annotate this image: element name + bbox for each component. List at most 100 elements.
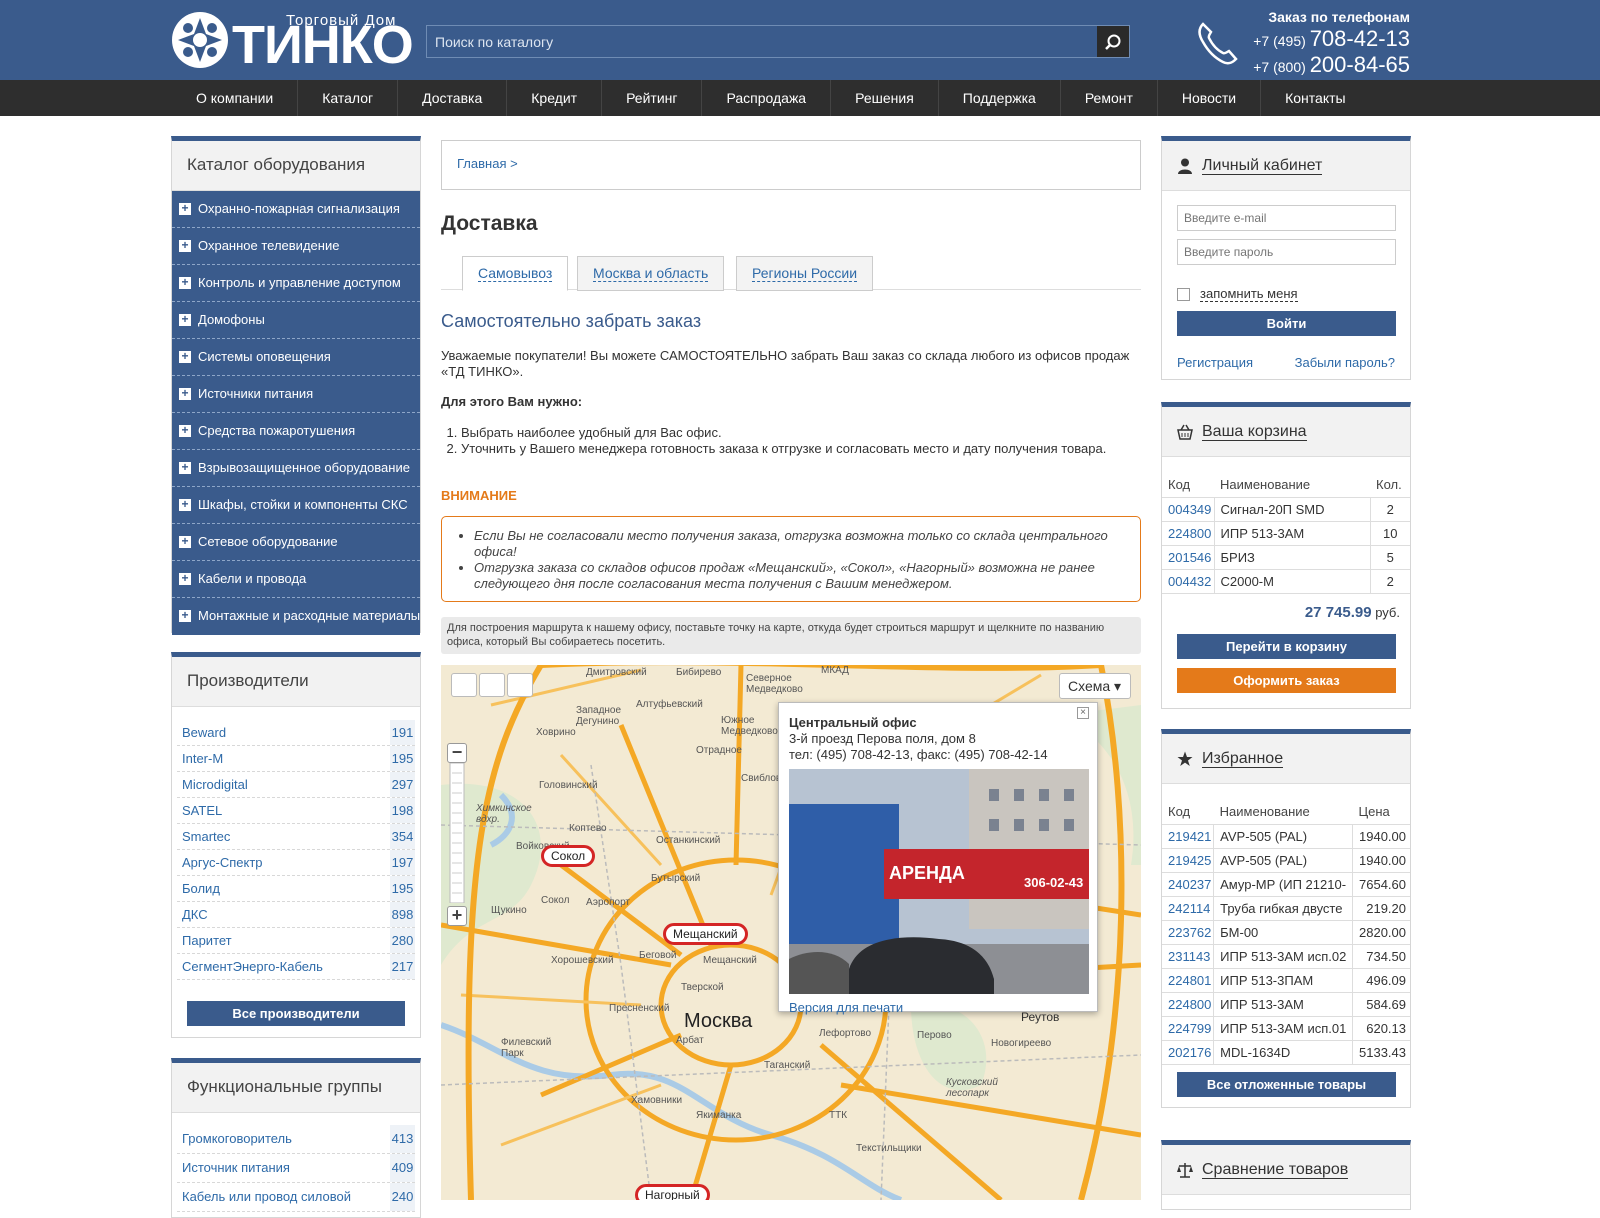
print-version-link[interactable]: Версия для печати <box>789 1000 1087 1015</box>
maker-link[interactable]: ДКС <box>182 907 208 922</box>
product-code-link[interactable]: 219425 <box>1168 853 1211 868</box>
product-code-link[interactable]: 202176 <box>1168 1045 1211 1060</box>
zoom-slider[interactable] <box>447 762 467 904</box>
plus-icon[interactable]: + <box>179 535 191 548</box>
remember-me[interactable]: запомнить меня <box>1177 286 1298 302</box>
product-code-link[interactable]: 004349 <box>1168 502 1211 517</box>
plus-icon[interactable]: + <box>179 350 191 363</box>
nav-item-news[interactable]: Новости <box>1158 80 1262 116</box>
register-link[interactable]: Регистрация <box>1177 355 1253 370</box>
group-link[interactable]: Кабель или провод силовой <box>182 1189 351 1204</box>
all-favorites-button[interactable]: Все отложенные товары <box>1177 1072 1396 1097</box>
catalog-item[interactable]: + Взрывозащищенное оборудование <box>172 450 420 487</box>
maker-link[interactable]: Паритет <box>182 933 232 948</box>
maker-link[interactable]: Microdigital <box>182 777 248 792</box>
maker-link[interactable]: СегментЭнерго-Кабель <box>182 959 323 974</box>
offices-map[interactable]: Дмитровский Бибирево Северное Медведково… <box>441 665 1141 1200</box>
nav-item-sale[interactable]: Распродажа <box>702 80 832 116</box>
nav-item-credit[interactable]: Кредит <box>507 80 603 116</box>
catalog-item[interactable]: + Системы оповещения <box>172 339 420 376</box>
breadcrumb-home[interactable]: Главная > <box>457 156 518 171</box>
email-field[interactable] <box>1177 205 1396 231</box>
product-code-link[interactable]: 224800 <box>1168 997 1211 1012</box>
phone-line-moscow[interactable]: +7 (495) 708-42-13 <box>1253 27 1410 53</box>
nav-item-repair[interactable]: Ремонт <box>1061 80 1158 116</box>
plus-icon[interactable]: + <box>179 572 191 585</box>
office-pin-sokol[interactable]: Сокол <box>541 845 596 867</box>
maker-link[interactable]: Beward <box>182 725 226 740</box>
plus-icon[interactable]: + <box>179 276 191 289</box>
maker-link[interactable]: Inter-M <box>182 751 223 766</box>
all-makers-button[interactable]: Все производители <box>187 1001 405 1026</box>
login-button[interactable]: Войти <box>1177 311 1396 336</box>
close-icon[interactable]: × <box>1077 707 1089 719</box>
product-code-link[interactable]: 219421 <box>1168 829 1211 844</box>
plus-icon[interactable]: + <box>179 424 191 437</box>
favorites-header[interactable]: Избранное <box>1162 734 1410 784</box>
nav-item-about[interactable]: О компании <box>172 80 299 116</box>
map-type-select[interactable]: Схема ▾ <box>1059 673 1131 699</box>
tab-moscow[interactable]: Москва и область <box>577 256 725 291</box>
plus-icon[interactable]: + <box>179 461 191 474</box>
maker-link[interactable]: Болид <box>182 881 220 896</box>
remember-checkbox[interactable] <box>1177 288 1190 302</box>
forgot-password-link[interactable]: Забыли пароль? <box>1295 355 1395 370</box>
tab-regions[interactable]: Регионы России <box>736 256 874 291</box>
product-code-link[interactable]: 004432 <box>1168 574 1211 589</box>
plus-icon[interactable]: + <box>179 202 191 215</box>
maker-link[interactable]: Smartec <box>182 829 230 844</box>
ruler-tool-icon[interactable] <box>507 673 533 697</box>
phone-line-tollfree[interactable]: +7 (800) 200-84-65 <box>1253 53 1410 79</box>
maker-link[interactable]: SATEL <box>182 803 222 818</box>
checkout-button[interactable]: Оформить заказ <box>1177 668 1396 693</box>
plus-icon[interactable]: + <box>179 313 191 326</box>
product-code-link[interactable]: 242114 <box>1168 901 1210 916</box>
nav-item-support[interactable]: Поддержка <box>939 80 1061 116</box>
product-code-link[interactable]: 224801 <box>1168 973 1211 988</box>
password-field[interactable] <box>1177 239 1396 265</box>
tab-pickup[interactable]: Самовывоз <box>462 256 569 291</box>
catalog-item[interactable]: + Шкафы, стойки и компоненты СКС <box>172 487 420 524</box>
zoom-in-button[interactable]: + <box>447 906 467 926</box>
plus-icon[interactable]: + <box>179 498 191 511</box>
plus-icon[interactable]: + <box>179 609 191 622</box>
product-code-link[interactable]: 201546 <box>1168 550 1211 565</box>
plus-icon[interactable]: + <box>179 387 191 400</box>
go-to-cart-button[interactable]: Перейти в корзину <box>1177 634 1396 659</box>
plus-icon[interactable]: + <box>179 239 191 252</box>
compare-header[interactable]: Сравнение товаров <box>1162 1145 1410 1195</box>
group-link[interactable]: Громкоговоритель <box>182 1131 292 1146</box>
product-code-link[interactable]: 223762 <box>1168 925 1211 940</box>
account-header[interactable]: Личный кабинет <box>1162 141 1410 191</box>
catalog-item[interactable]: + Источники питания <box>172 376 420 413</box>
cart-header[interactable]: Ваша корзина <box>1162 407 1410 457</box>
zoom-out-button[interactable]: − <box>447 743 467 763</box>
catalog-item[interactable]: + Монтажные и расходные материалы <box>172 598 420 635</box>
catalog-item[interactable]: + Домофоны <box>172 302 420 339</box>
hand-tool-icon[interactable] <box>451 673 477 697</box>
product-code-link[interactable]: 240237 <box>1168 877 1211 892</box>
nav-item-delivery[interactable]: Доставка <box>398 80 508 116</box>
catalog-item[interactable]: + Сетевое оборудование <box>172 524 420 561</box>
office-pin-nagorny[interactable]: Нагорный <box>635 1184 710 1200</box>
main-nav: О компании Каталог Доставка Кредит Рейти… <box>0 80 1600 116</box>
product-code-link[interactable]: 231143 <box>1168 949 1210 964</box>
search-button[interactable] <box>1097 26 1129 57</box>
nav-item-catalog[interactable]: Каталог <box>298 80 399 116</box>
product-code-link[interactable]: 224800 <box>1168 526 1211 541</box>
nav-item-solutions[interactable]: Решения <box>831 80 939 116</box>
catalog-item[interactable]: + Средства пожаротушения <box>172 413 420 450</box>
product-code-link[interactable]: 224799 <box>1168 1021 1211 1036</box>
catalog-item[interactable]: + Кабели и провода <box>172 561 420 598</box>
catalog-item[interactable]: + Контроль и управление доступом <box>172 265 420 302</box>
magnifier-tool-icon[interactable] <box>479 673 505 697</box>
nav-item-contacts[interactable]: Контакты <box>1261 80 1369 116</box>
logo[interactable]: Торговый Дом ТИНКО <box>170 8 414 72</box>
group-link[interactable]: Источник питания <box>182 1160 290 1175</box>
catalog-item[interactable]: + Охранно-пожарная сигнализация <box>172 191 420 228</box>
maker-link[interactable]: Аргус-Спектр <box>182 855 263 870</box>
search-input[interactable] <box>427 26 1102 57</box>
nav-item-rating[interactable]: Рейтинг <box>602 80 703 116</box>
catalog-item[interactable]: + Охранное телевидение <box>172 228 420 265</box>
office-pin-meshchansky[interactable]: Мещанский <box>663 923 748 945</box>
